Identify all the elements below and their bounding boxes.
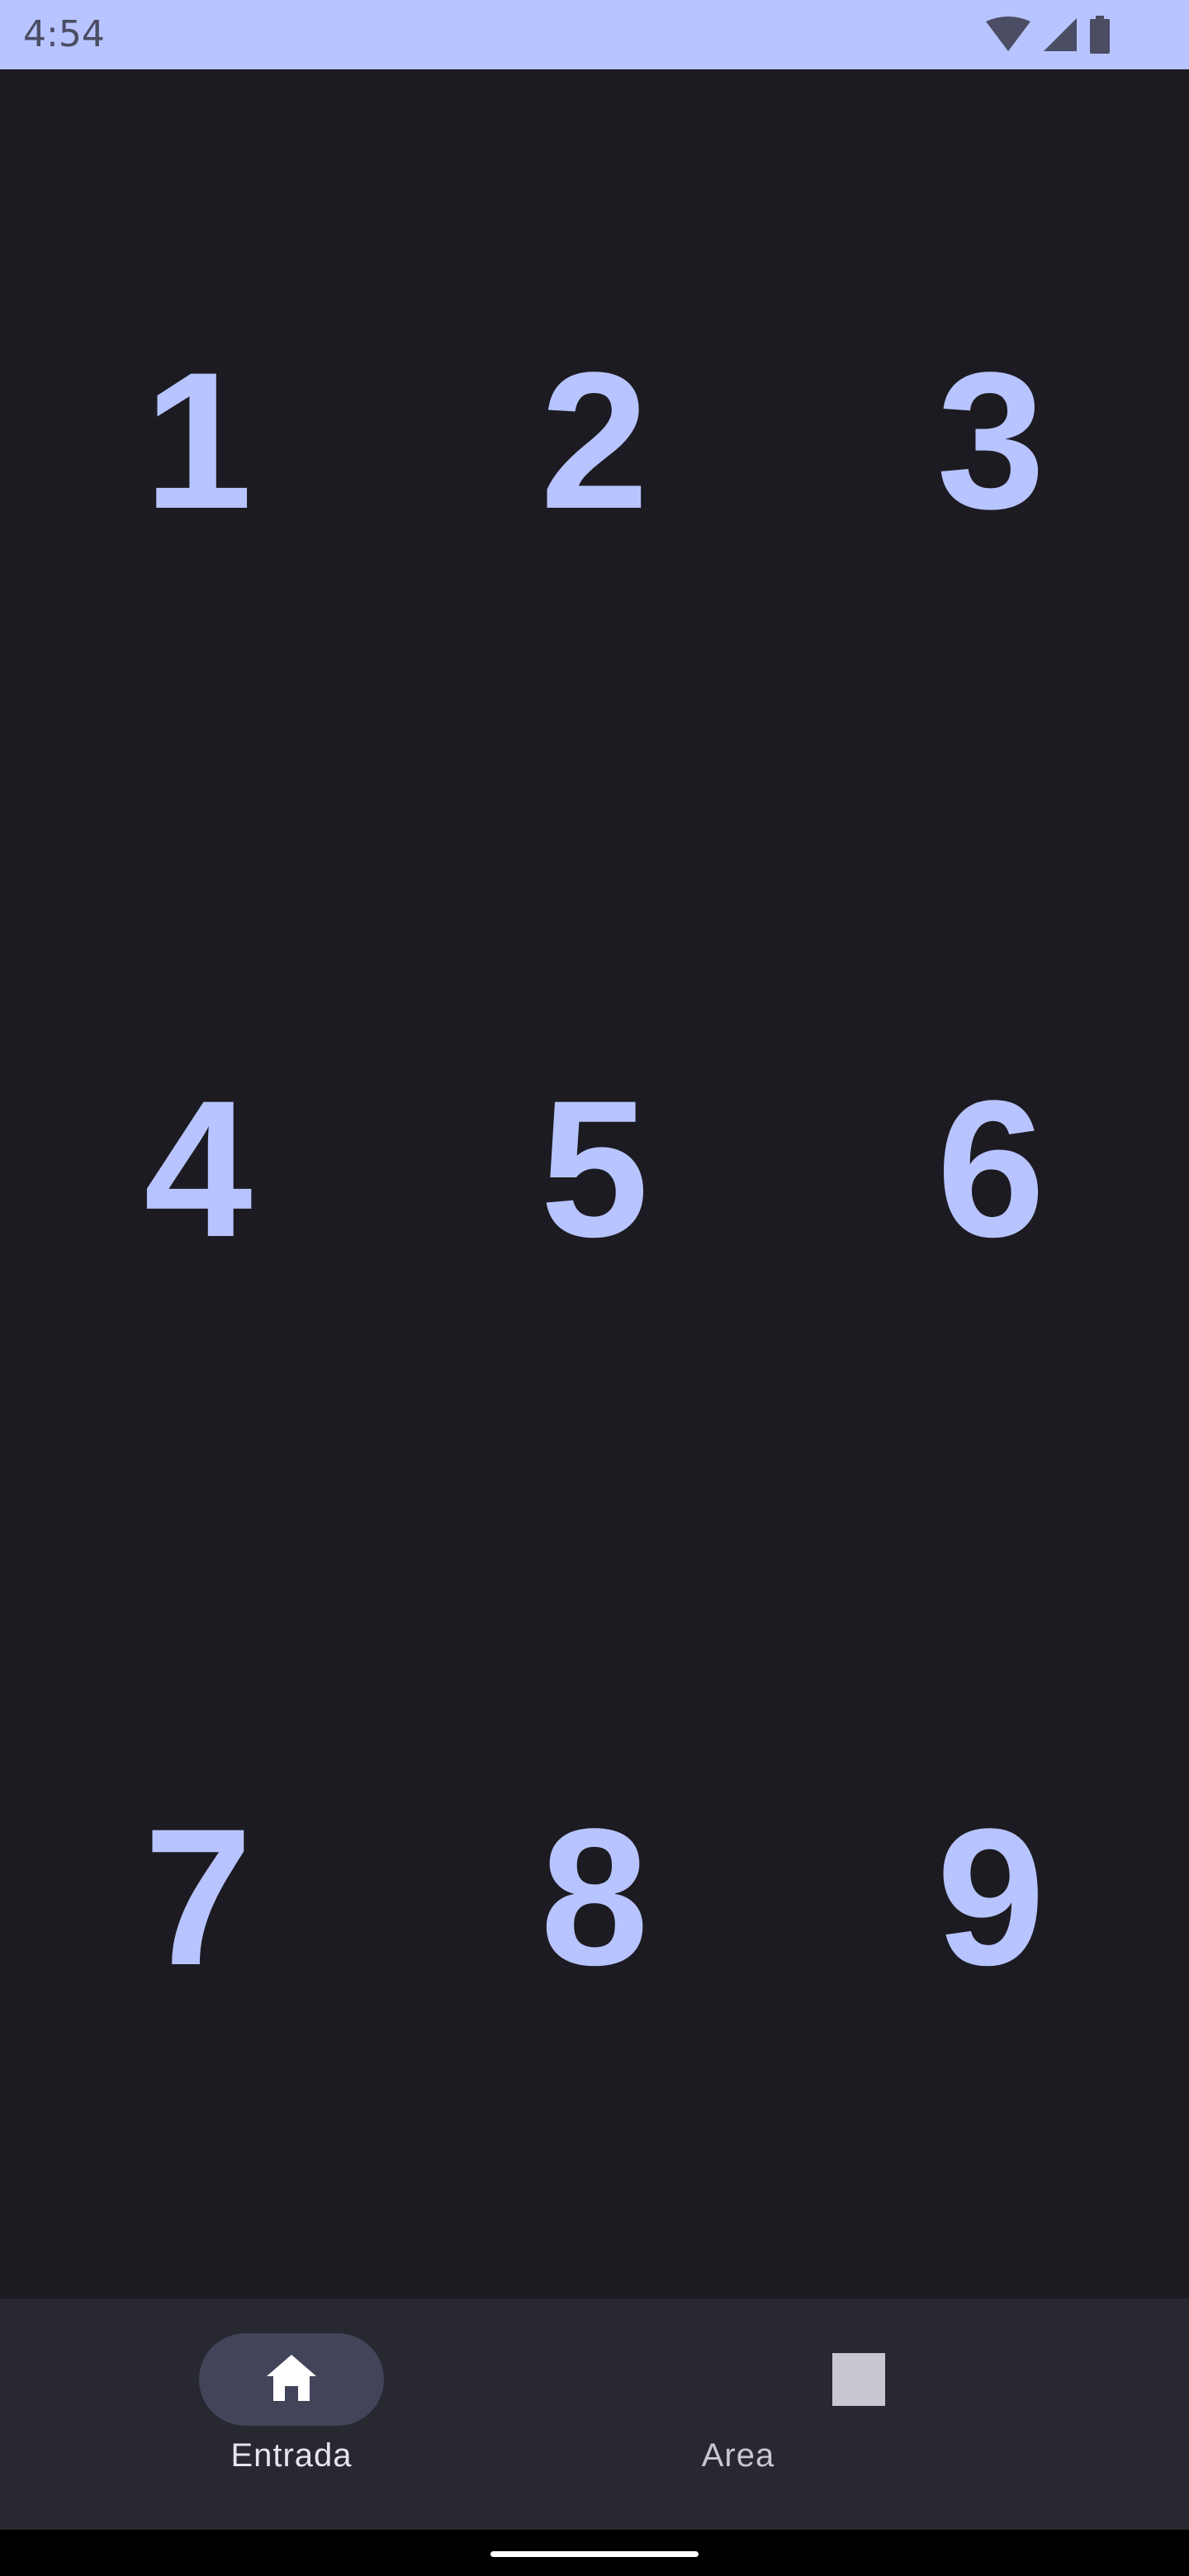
signal-icon [1042,17,1078,53]
digit-5-button[interactable]: 5 [512,1062,677,1276]
status-bar: 4:54 [0,0,1189,69]
digit-8-button[interactable]: 8 [512,1790,677,2005]
home-icon [265,2353,318,2406]
digit-grid: 1 2 3 4 5 6 7 8 9 [0,69,1189,2299]
nav-item-area[interactable]: Area [594,2299,1189,2530]
digit-6-button[interactable]: 6 [908,1062,1073,1276]
home-gesture-handle[interactable] [490,2551,699,2557]
nav-item-entrada[interactable]: Entrada [0,2299,594,2530]
battery-icon [1088,16,1111,54]
digit-3-button[interactable]: 3 [908,334,1073,548]
digit-4-button[interactable]: 4 [116,1062,281,1276]
nav-active-indicator [199,2333,384,2426]
gesture-bar [0,2530,1189,2576]
app-screen: 4:54 1 2 3 4 5 6 7 8 9 Entrada Area [0,0,1189,2576]
bottom-navigation: Entrada Area [0,2299,1189,2530]
digit-9-button[interactable]: 9 [908,1790,1073,2005]
digit-2-button[interactable]: 2 [512,334,677,548]
digit-1-button[interactable]: 1 [116,334,281,548]
status-icons [984,15,1111,54]
square-icon [816,2337,902,2422]
nav-label-area: Area [701,2437,775,2474]
digit-7-button[interactable]: 7 [116,1790,281,2005]
wifi-icon [984,17,1032,53]
status-time: 4:54 [23,13,105,55]
